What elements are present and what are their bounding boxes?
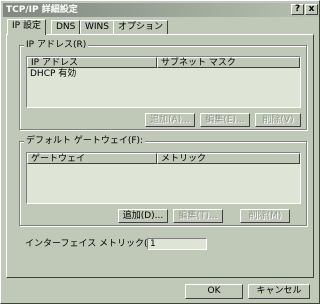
ok-button[interactable]: OK — [185, 284, 243, 299]
interface-metric-field[interactable]: 1 — [147, 238, 207, 250]
column-header-metric[interactable]: メトリック — [157, 153, 300, 164]
interface-metric-label: インターフェイス メトリック(N): — [25, 239, 161, 249]
default-gateway-group: デフォルト ゲートウェイ(F): ゲートウェイ メトリック 追加(D)... 編… — [19, 136, 307, 226]
tab-options[interactable]: オプション — [113, 20, 169, 34]
help-button[interactable]: ? — [291, 4, 304, 15]
column-header-subnet-mask[interactable]: サブネット マスク — [157, 57, 300, 68]
column-header-ip-address[interactable]: IP アドレス — [27, 57, 157, 68]
tab-wins[interactable]: WINS — [80, 20, 114, 34]
window-title: TCP/IP 詳細設定 — [6, 5, 78, 15]
close-button[interactable]: x — [305, 4, 318, 15]
cancel-button[interactable]: キャンセル — [248, 284, 310, 299]
gateway-add-button[interactable]: 追加(D)... — [118, 209, 168, 223]
gateway-remove-button[interactable]: 削除(M) — [240, 209, 290, 223]
tab-panel: IP アドレス(R) IP アドレス サブネット マスク DHCP 有効 追加(… — [6, 34, 314, 278]
ip-add-button[interactable]: 追加(A)... — [145, 113, 195, 127]
gateway-edit-button[interactable]: 編集(T)... — [173, 209, 223, 223]
ip-address-group: IP アドレス(R) IP アドレス サブネット マスク DHCP 有効 追加(… — [19, 40, 307, 130]
ip-remove-button[interactable]: 削除(V) — [255, 113, 301, 127]
ip-list-header: IP アドレス サブネット マスク — [27, 57, 300, 68]
default-gateway-group-label: デフォルト ゲートウェイ(F): — [24, 136, 146, 147]
gateway-list[interactable]: ゲートウェイ メトリック — [26, 152, 301, 204]
dialog-window: TCP/IP 詳細設定 ? x IP 設定 DNS WINS オプション IP … — [0, 0, 320, 304]
title-bar[interactable]: TCP/IP 詳細設定 — [3, 3, 319, 17]
column-header-gateway[interactable]: ゲートウェイ — [27, 153, 157, 164]
tab-dns[interactable]: DNS — [51, 20, 81, 34]
list-item[interactable]: DHCP 有効 — [30, 69, 76, 79]
tab-ip-settings[interactable]: IP 設定 — [7, 19, 46, 35]
gateway-list-header: ゲートウェイ メトリック — [27, 153, 300, 164]
ip-edit-button[interactable]: 編集(E)... — [200, 113, 250, 127]
ip-address-group-label: IP アドレス(R) — [24, 40, 89, 51]
ip-address-list[interactable]: IP アドレス サブネット マスク DHCP 有効 — [26, 56, 301, 108]
